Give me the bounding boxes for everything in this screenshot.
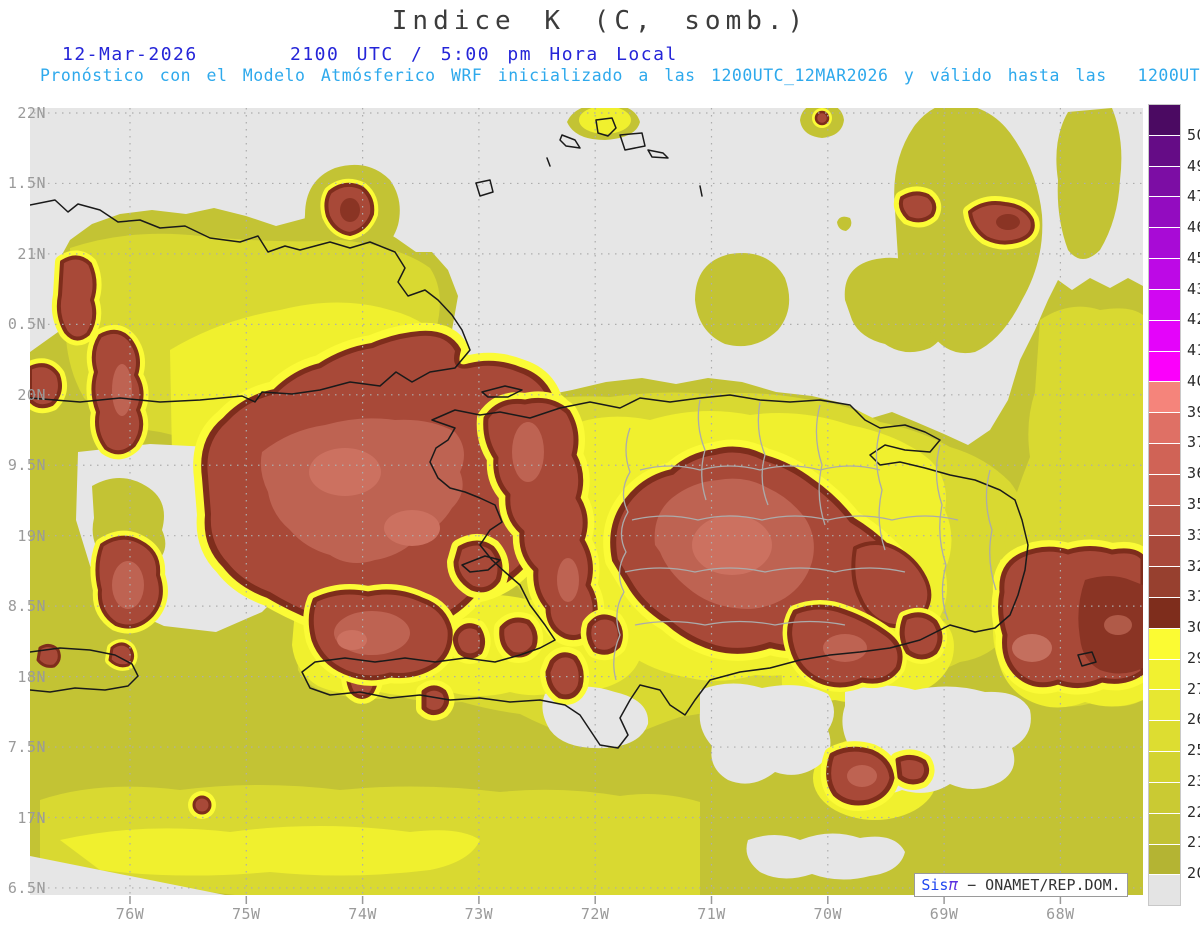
y-axis-label: 20N <box>17 385 46 404</box>
colorbar-label: 30 <box>1187 618 1200 637</box>
y-axis-label: 19N <box>17 526 46 545</box>
colorbar-label: 32.6 <box>1187 556 1200 575</box>
x-axis-label: 69W <box>929 905 959 923</box>
colorbar-label: 22.6 <box>1187 802 1200 821</box>
colorbar-label: 26.5 <box>1187 710 1200 729</box>
colorbar-block <box>1149 659 1180 691</box>
colorbar-block <box>1149 413 1180 444</box>
x-axis-label: 68W <box>1046 905 1075 923</box>
attribution-org: − ONAMET/REP.DOM. <box>958 876 1121 894</box>
colorbar-label: 50 <box>1187 125 1200 144</box>
colorbar-block <box>1149 197 1180 229</box>
contour-fill-layer <box>30 108 1143 895</box>
colorbar-label: 41.3 <box>1187 341 1200 360</box>
x-axis-label: 74W <box>348 905 377 923</box>
colorbar-label: 35.2 <box>1187 495 1200 513</box>
colorbar-label: 25.2 <box>1187 741 1200 760</box>
y-axis-label: 9.5N <box>7 456 46 475</box>
map-canvas <box>30 108 1143 904</box>
colorbar-label: 36.5 <box>1187 464 1200 483</box>
y-axis-label: 17N <box>17 808 46 827</box>
colorbar-label: 45.2 <box>1187 248 1200 267</box>
x-axis-label: 76W <box>115 905 145 923</box>
colorbar-block <box>1149 474 1180 506</box>
x-axis-label: 72W <box>580 905 610 923</box>
colorbar-label: 31.3 <box>1187 587 1200 606</box>
y-axis-label: 7.5N <box>7 738 46 757</box>
weather-map-page: Indice K (C, somb.) 12-Mar-2026 2100 UTC… <box>0 0 1200 927</box>
colorbar-label: 20 <box>1187 864 1200 883</box>
colorbar-label: 39.1 <box>1187 402 1200 421</box>
y-axis-label: 22N <box>17 104 46 122</box>
colorbar-block <box>1149 320 1180 352</box>
colorbar-block <box>1149 813 1180 845</box>
colorbar-block <box>1149 567 1180 598</box>
colorbar-label: 42.6 <box>1187 310 1200 329</box>
y-axis-label: 21N <box>17 244 46 263</box>
red-spot-islet <box>320 178 379 240</box>
colorbar-block <box>1149 259 1180 290</box>
y-axis-label: 8.5N <box>7 597 46 616</box>
colorbar-block <box>1149 782 1180 814</box>
y-axis-label: 0.5N <box>7 315 46 334</box>
colorbar-block <box>1149 844 1180 876</box>
colorbar-block <box>1149 105 1180 136</box>
colorbar-block <box>1149 598 1180 629</box>
colorbar-label: 43.9 <box>1187 279 1200 298</box>
y-axis-label: 1.5N <box>7 174 46 193</box>
colorbar-label: 23.9 <box>1187 771 1200 790</box>
colorbar-block <box>1149 721 1180 753</box>
colorbar-label: 33.9 <box>1187 525 1200 544</box>
colorbar-block <box>1149 628 1180 660</box>
colorbar-block <box>1149 875 1180 906</box>
colorbar-block <box>1149 505 1180 537</box>
colorbar-block <box>1149 690 1180 722</box>
colorbar-block <box>1149 443 1180 475</box>
x-axis-label: 75W <box>232 905 261 923</box>
colorbar-block <box>1149 228 1180 260</box>
attribution-pi-symbol: π <box>948 875 959 894</box>
axis-tick-layer <box>129 896 1062 904</box>
colorbar-block <box>1149 382 1180 414</box>
y-axis-label: 6.5N <box>7 878 46 897</box>
colorbar-label: 46.5 <box>1187 218 1200 237</box>
colorbar-block <box>1149 135 1180 167</box>
colorbar-block <box>1149 289 1180 321</box>
y-axis-label: 18N <box>17 667 46 686</box>
colorbar-block <box>1149 752 1180 783</box>
attribution-box: Sisπ − ONAMET/REP.DOM. <box>914 873 1128 897</box>
colorbar-block <box>1149 166 1180 198</box>
x-axis-label: 73W <box>464 905 494 923</box>
x-axis-label: 70W <box>813 905 843 923</box>
colorbar-label: 27.8 <box>1187 679 1200 698</box>
colorbar-label: 37.8 <box>1187 433 1200 452</box>
colorbar-label: 29.1 <box>1187 648 1200 667</box>
colorbar-block <box>1149 351 1180 383</box>
attribution-app-name: Sis <box>921 876 949 894</box>
x-axis-label: 71W <box>697 905 726 923</box>
colorbar-label: 40 <box>1187 371 1200 390</box>
colorbar-label: 49.1 <box>1187 156 1200 175</box>
red-blob-east <box>991 539 1143 695</box>
colorbar-block <box>1149 536 1180 568</box>
colorbar-label: 21.3 <box>1187 833 1200 852</box>
colorbar <box>1148 104 1181 906</box>
colorbar-label: 47.8 <box>1187 187 1200 206</box>
